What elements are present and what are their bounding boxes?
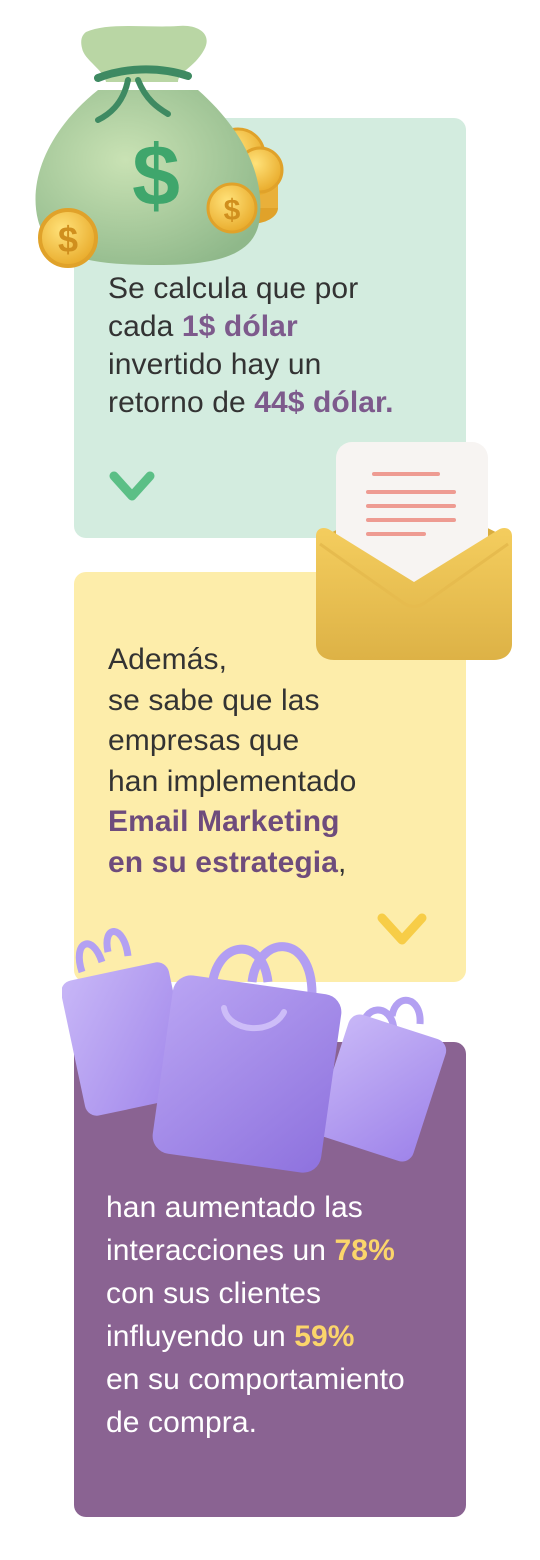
green-line-3: invertido hay un xyxy=(108,348,322,381)
green-line-2: cada 1$ dólar xyxy=(108,310,298,343)
yellow-card-text: Además, se sabe que las empresas que han… xyxy=(108,640,356,884)
highlight-email-marketing: Email Marketing xyxy=(108,805,340,839)
yellow-line-6: en su estrategia, xyxy=(108,845,347,879)
purple-line-3: con sus clientes xyxy=(106,1277,322,1310)
highlight-59-percent: 59% xyxy=(294,1320,355,1353)
highlight-amount-invested: 1$ dólar xyxy=(181,310,298,343)
highlight-strategy: en su estrategia xyxy=(108,845,339,879)
svg-text:$: $ xyxy=(224,194,241,227)
purple-line-4: influyendo un 59% xyxy=(106,1320,355,1353)
svg-text:$: $ xyxy=(132,128,180,224)
purple-card-text: han aumentado las interacciones un 78% c… xyxy=(106,1186,405,1444)
green-line-1: Se calcula que por xyxy=(108,272,359,305)
yellow-line-4: han implementado xyxy=(108,764,357,798)
purple-line-5: en su comportamiento xyxy=(106,1363,405,1396)
chevron-down-icon xyxy=(109,471,155,501)
highlight-amount-return: 44$ dólar. xyxy=(254,386,394,419)
shopping-bags-icon xyxy=(62,928,447,1173)
envelope-letter-icon xyxy=(316,442,512,660)
svg-text:$: $ xyxy=(58,219,78,260)
purple-line-1: han aumentado las xyxy=(106,1191,363,1224)
money-bag-icon: $ $ $ xyxy=(35,25,284,268)
yellow-line-3: empresas que xyxy=(108,724,300,758)
purple-line-6: de compra. xyxy=(106,1406,258,1439)
green-card-text: Se calcula que por cada 1$ dólar inverti… xyxy=(108,270,394,422)
highlight-78-percent: 78% xyxy=(334,1234,395,1267)
green-line-4: retorno de 44$ dólar. xyxy=(108,386,394,419)
yellow-line-2: se sabe que las xyxy=(108,683,320,717)
purple-line-2: interacciones un 78% xyxy=(106,1234,395,1267)
